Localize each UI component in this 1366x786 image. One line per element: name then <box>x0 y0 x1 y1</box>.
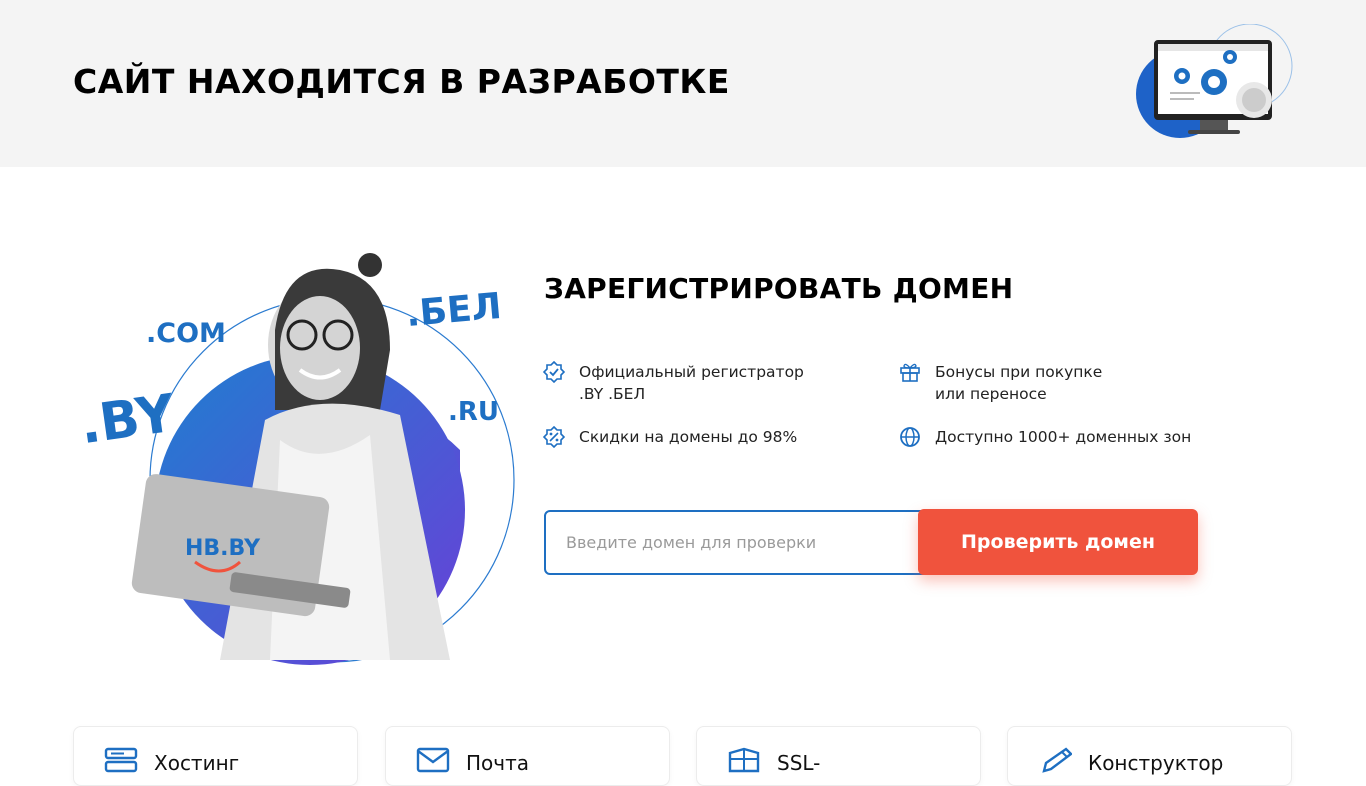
server-icon <box>104 747 138 773</box>
header-banner: САЙТ НАХОДИТСЯ В РАЗРАБОТКЕ <box>0 0 1366 167</box>
ssl-shield-icon <box>728 747 760 773</box>
feature-official-registrar: Официальный регистратор .BY .БЕЛ <box>543 361 804 405</box>
check-domain-button[interactable]: Проверить домен <box>918 509 1198 575</box>
discount-badge-icon <box>543 426 565 448</box>
hero-illustration: HB.BY .COM .БЕЛ .BY .RU <box>70 240 530 670</box>
feature-text: Доступно 1000+ доменных зон <box>935 428 1192 446</box>
domain-bel-label: .БЕЛ <box>404 285 504 336</box>
globe-icon <box>900 427 920 447</box>
feature-text: Скидки на домены до 98% <box>579 428 798 446</box>
page-title: САЙТ НАХОДИТСЯ В РАЗРАБОТКЕ <box>73 62 730 101</box>
feature-discounts: Скидки на домены до 98% <box>543 426 797 448</box>
domain-search-input[interactable] <box>544 510 940 575</box>
feature-bonuses: Бонусы при покупке или переносе <box>899 361 1102 405</box>
service-card-ssl[interactable]: SSL- <box>696 726 981 786</box>
feature-text: Официальный регистратор .BY .БЕЛ <box>579 363 804 403</box>
service-card-hosting[interactable]: Хостинг <box>73 726 358 786</box>
mail-icon <box>416 747 450 773</box>
monitor-gears-icon <box>1136 24 1293 138</box>
service-card-label: Конструктор <box>1088 751 1224 775</box>
laptop-logo: HB.BY <box>185 536 261 561</box>
service-card-label: SSL- <box>777 751 821 775</box>
feature-text: Бонусы при покупке или переносе <box>935 363 1103 403</box>
service-card-mail[interactable]: Почта <box>385 726 670 786</box>
register-domain-title: ЗАРЕГИСТРИРОВАТЬ ДОМЕН <box>544 272 1014 305</box>
domain-com-label: .COM <box>146 318 226 349</box>
domain-ru-label: .RU <box>448 397 500 427</box>
verified-badge-icon <box>543 361 565 383</box>
service-card-label: Хостинг <box>154 751 240 775</box>
domain-search-form: Проверить домен <box>544 509 1198 575</box>
service-card-builder[interactable]: Конструктор <box>1007 726 1292 786</box>
gift-icon <box>900 363 920 382</box>
pencil-icon <box>1042 747 1072 773</box>
feature-domain-zones: Доступно 1000+ доменных зон <box>899 426 1191 448</box>
service-card-label: Почта <box>466 751 529 775</box>
